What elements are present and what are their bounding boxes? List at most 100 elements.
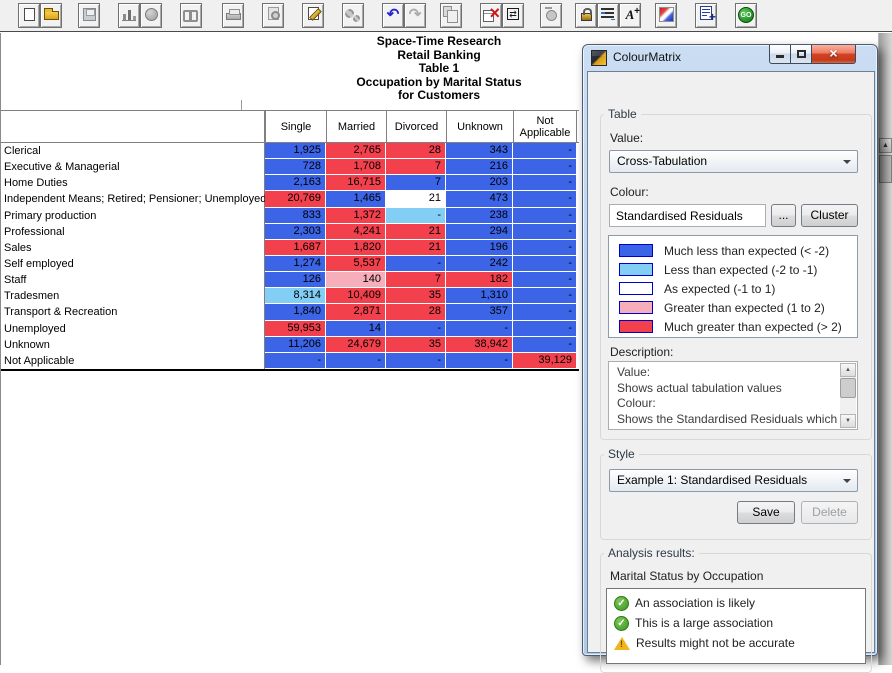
table-cell[interactable]: - [513, 288, 577, 304]
vertical-scrollbar[interactable] [878, 33, 892, 665]
table-cell[interactable]: 20,769 [265, 191, 326, 207]
table-cell[interactable]: 59,953 [265, 321, 326, 337]
undo-button[interactable] [382, 3, 404, 28]
minimize-button[interactable] [769, 45, 791, 64]
row-label[interactable]: Self employed [1, 256, 265, 272]
table-cell[interactable]: 38,942 [446, 337, 513, 353]
row-label[interactable]: Unemployed [1, 321, 265, 337]
table-cell[interactable]: - [386, 208, 446, 224]
new-document-button[interactable] [18, 3, 40, 28]
indent-labels-button[interactable] [597, 3, 619, 28]
table-cell[interactable]: - [386, 353, 446, 369]
table-cell[interactable]: - [513, 337, 577, 353]
table-cell[interactable]: - [513, 272, 577, 288]
description-scroll-thumb[interactable] [840, 378, 856, 398]
delete-item-button[interactable] [480, 3, 502, 28]
description-scroll-down-button[interactable] [840, 414, 856, 428]
table-cell[interactable]: 203 [446, 175, 513, 191]
table-cell[interactable]: - [513, 191, 577, 207]
scrollbar-thumb[interactable] [879, 155, 892, 183]
table-cell[interactable]: - [265, 353, 326, 369]
row-label[interactable]: Not Applicable [1, 353, 265, 369]
table-cell[interactable]: 1,274 [265, 256, 326, 272]
row-label[interactable]: Tradesmen [1, 288, 265, 304]
row-label[interactable]: Professional [1, 224, 265, 240]
print-button[interactable] [222, 3, 244, 28]
colour-input[interactable] [609, 204, 766, 227]
scrollbar-up-button[interactable] [879, 138, 892, 153]
column-header[interactable]: Divorced [386, 110, 446, 143]
table-cell[interactable]: 140 [326, 272, 386, 288]
row-label[interactable]: Executive & Managerial [1, 159, 265, 175]
table-cell[interactable]: 182 [446, 272, 513, 288]
dialog-titlebar[interactable]: ColourMatrix [583, 45, 877, 71]
table-cell[interactable]: 216 [446, 159, 513, 175]
table-cell[interactable]: - [513, 175, 577, 191]
table-cell[interactable]: 11,206 [265, 337, 326, 353]
table-cell[interactable]: - [513, 256, 577, 272]
table-cell[interactable]: 21 [386, 191, 446, 207]
table-cell[interactable]: 294 [446, 224, 513, 240]
table-cell[interactable]: 21 [386, 224, 446, 240]
font-size-button[interactable]: A [619, 3, 641, 28]
table-cell[interactable]: 1,465 [326, 191, 386, 207]
table-cell[interactable]: 728 [265, 159, 326, 175]
table-cell[interactable]: 833 [265, 208, 326, 224]
column-header[interactable]: Married [326, 110, 386, 143]
edit-annotations-button[interactable] [302, 3, 324, 28]
row-label[interactable]: Clerical [1, 143, 265, 159]
transpose-button[interactable] [502, 3, 524, 28]
open-file-button[interactable] [40, 3, 62, 28]
description-text[interactable]: Value:Shows actual tabulation valuesColo… [608, 361, 858, 430]
table-cell[interactable]: 8,314 [265, 288, 326, 304]
table-cell[interactable]: - [446, 353, 513, 369]
table-cell[interactable]: 242 [446, 256, 513, 272]
table-cell[interactable]: 5,537 [326, 256, 386, 272]
table-cell[interactable]: - [513, 143, 577, 159]
row-label[interactable]: Transport & Recreation [1, 304, 265, 320]
table-cell[interactable]: 7 [386, 159, 446, 175]
column-header[interactable]: Unknown [446, 110, 513, 143]
description-scroll-up-button[interactable] [840, 363, 856, 377]
row-label[interactable]: Independent Means; Retired; Pensioner; U… [1, 191, 265, 207]
table-cell[interactable]: 473 [446, 191, 513, 207]
table-cell[interactable]: - [513, 224, 577, 240]
row-label[interactable]: Staff [1, 272, 265, 288]
table-cell[interactable]: 343 [446, 143, 513, 159]
table-cell[interactable]: 16,715 [326, 175, 386, 191]
table-cell[interactable]: 35 [386, 288, 446, 304]
table-cell[interactable]: 1,708 [326, 159, 386, 175]
table-cell[interactable]: - [513, 240, 577, 256]
table-cell[interactable]: 1,687 [265, 240, 326, 256]
save-button[interactable]: Save [737, 501, 795, 524]
table-cell[interactable]: 1,372 [326, 208, 386, 224]
table-cell[interactable]: 126 [265, 272, 326, 288]
column-header[interactable]: Single [265, 110, 326, 143]
table-cell[interactable]: 2,303 [265, 224, 326, 240]
cluster-button[interactable]: Cluster [801, 204, 858, 227]
table-cell[interactable]: - [513, 321, 577, 337]
table-cell[interactable]: 14 [326, 321, 386, 337]
table-cell[interactable]: 7 [386, 272, 446, 288]
table-cell[interactable]: - [446, 321, 513, 337]
table-cell[interactable]: 238 [446, 208, 513, 224]
table-cell[interactable]: 24,679 [326, 337, 386, 353]
value-select[interactable]: Cross-Tabulation [609, 150, 858, 173]
row-label[interactable]: Primary production [1, 208, 265, 224]
table-cell[interactable]: 1,925 [265, 143, 326, 159]
browse-button[interactable]: ... [771, 204, 796, 227]
table-cell[interactable]: - [326, 353, 386, 369]
go-button[interactable]: GO [735, 3, 757, 28]
style-select[interactable]: Example 1: Standardised Residuals [609, 469, 858, 492]
table-cell[interactable]: - [513, 208, 577, 224]
table-cell[interactable]: - [386, 321, 446, 337]
table-cell[interactable]: 2,163 [265, 175, 326, 191]
table-cell[interactable]: 28 [386, 304, 446, 320]
column-header[interactable]: Not Applicable [513, 110, 577, 143]
row-label[interactable]: Sales [1, 240, 265, 256]
row-label[interactable]: Unknown [1, 337, 265, 353]
table-cell[interactable]: 1,310 [446, 288, 513, 304]
table-cell[interactable]: 28 [386, 143, 446, 159]
table-cell[interactable]: - [513, 304, 577, 320]
table-cell[interactable]: - [386, 256, 446, 272]
